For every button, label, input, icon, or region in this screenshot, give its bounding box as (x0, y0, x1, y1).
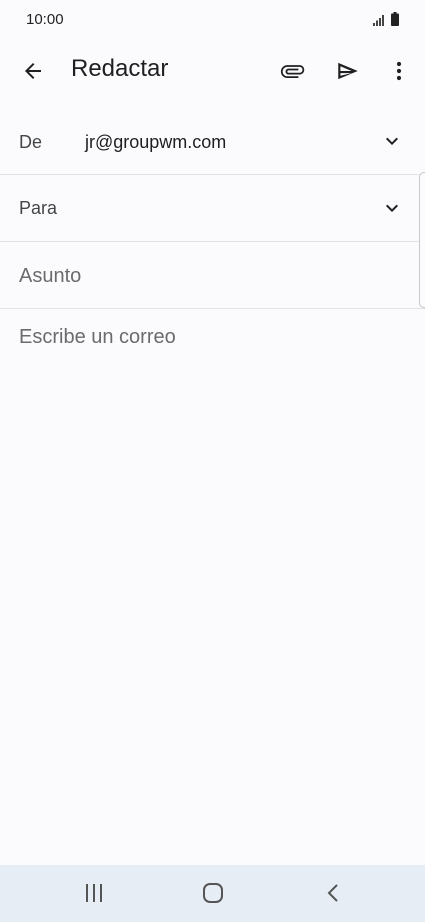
send-button[interactable] (328, 52, 368, 90)
more-options-button[interactable] (382, 52, 416, 90)
system-nav-bar (0, 865, 425, 922)
app-bar: Redactar (0, 40, 425, 100)
to-label: Para (19, 198, 58, 218)
status-bar: 10:00 (0, 0, 425, 40)
camera-cutout (206, 13, 218, 25)
page-title: Redactar (71, 55, 169, 82)
status-time: 10:00 (26, 11, 64, 28)
home-icon (203, 883, 223, 903)
from-row: De jr@groupwm.com (0, 108, 425, 175)
chevron-down-icon (386, 137, 398, 145)
more-vert-icon (396, 61, 402, 81)
back-button[interactable] (14, 52, 52, 90)
attachment-icon (280, 65, 305, 78)
recents-icon (86, 884, 102, 902)
to-row[interactable]: Para (0, 175, 425, 242)
nav-back-icon (327, 884, 338, 902)
system-back-button[interactable] (311, 875, 355, 911)
attach-button[interactable] (272, 52, 312, 90)
from-account-value[interactable]: jr@groupwm.com (85, 132, 226, 153)
body-input[interactable] (19, 326, 409, 846)
chevron-down-icon (386, 204, 398, 212)
home-button[interactable] (191, 875, 235, 911)
send-icon (338, 62, 358, 80)
scroll-handle[interactable] (419, 172, 425, 308)
compose-screen: 10:00 Redactar De jr@groupwm.com Para As… (0, 0, 425, 922)
to-expand-button[interactable] (380, 196, 404, 220)
back-arrow-icon (25, 63, 41, 79)
from-expand-button[interactable] (380, 129, 404, 153)
subject-input[interactable] (19, 262, 399, 290)
battery-icon (391, 12, 399, 26)
from-label: De (19, 132, 43, 152)
subject-row (0, 242, 425, 309)
recents-button[interactable] (72, 875, 116, 911)
signal-icon (373, 15, 384, 26)
